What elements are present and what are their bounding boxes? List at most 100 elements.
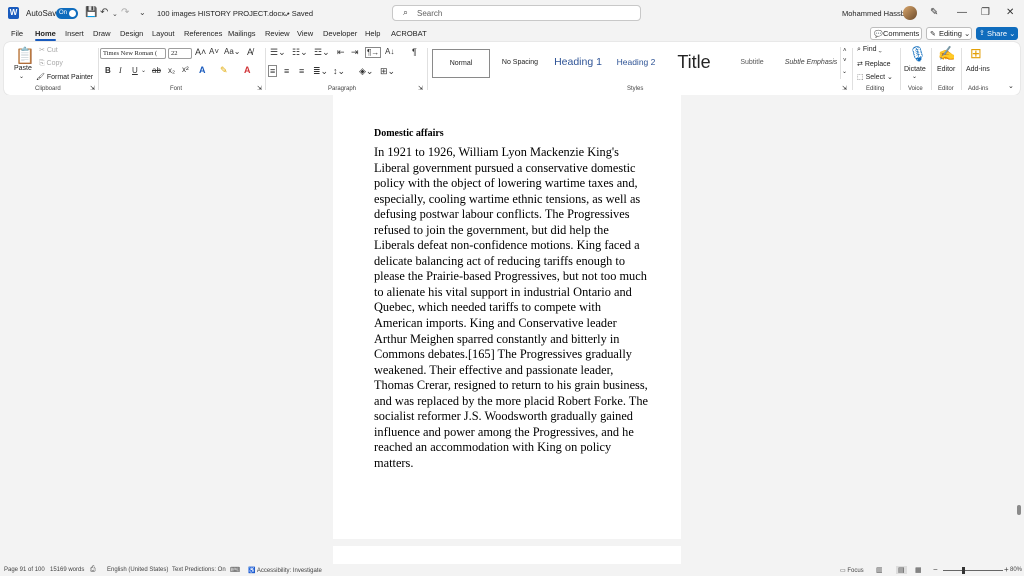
close-icon[interactable]: ✕: [1006, 7, 1014, 19]
select-button[interactable]: ⬚ Select ⌄: [857, 73, 893, 81]
document-title[interactable]: 100 images HISTORY PROJECT.docx • Saved: [157, 9, 313, 18]
save-icon[interactable]: 💾: [85, 7, 97, 19]
zoom-level[interactable]: 80%: [1010, 567, 1022, 573]
find-button[interactable]: ⌕ Find ⌄: [857, 46, 882, 54]
tab-layout[interactable]: Layout: [152, 29, 175, 38]
zoom-in-icon[interactable]: +: [1004, 565, 1009, 574]
styles-scroll[interactable]: ˄ ˅ ⌄: [840, 47, 850, 79]
undo-icon[interactable]: ↶: [100, 7, 108, 19]
comments-button[interactable]: 💬 Comments: [870, 27, 922, 40]
tab-developer[interactable]: Developer: [323, 29, 357, 38]
bold-icon[interactable]: B: [105, 66, 111, 75]
print-layout-icon[interactable]: ▤: [896, 566, 907, 574]
increase-indent-icon[interactable]: ⇥: [351, 47, 359, 58]
share-button[interactable]: ⇪ Share ⌄: [976, 27, 1018, 40]
user-name[interactable]: Mohammed Hassbo: [842, 9, 909, 18]
align-center-icon[interactable]: ≡: [284, 66, 289, 76]
italic-icon[interactable]: I: [119, 66, 122, 75]
language[interactable]: English (United States): [107, 567, 168, 573]
borders-icon[interactable]: ⊞⌄: [380, 66, 395, 77]
customize-toolbar-icon[interactable]: ⌄: [139, 7, 146, 19]
clipboard-launcher-icon[interactable]: ⇲: [90, 85, 95, 92]
redo-icon[interactable]: ↷: [121, 7, 129, 19]
microphone-icon[interactable]: 🎙: [908, 45, 927, 63]
replace-button[interactable]: ⇄ Replace: [857, 60, 891, 68]
tab-insert[interactable]: Insert: [65, 29, 84, 38]
body-paragraph[interactable]: In 1921 to 1926, William Lyon Mackenzie …: [374, 145, 649, 471]
tab-mailings[interactable]: Mailings: [228, 29, 256, 38]
shading-icon[interactable]: ◈⌄: [359, 66, 373, 77]
align-left-icon[interactable]: ≡: [268, 65, 278, 77]
avatar[interactable]: [903, 6, 917, 20]
zoom-slider-handle[interactable]: [962, 567, 965, 574]
focus-button[interactable]: ▭ Focus: [840, 567, 864, 574]
pen-icon[interactable]: ✎: [930, 7, 938, 19]
title-dropdown-icon[interactable]: ⌄: [283, 9, 289, 18]
document-page[interactable]: Domestic affairs In 1921 to 1926, Willia…: [333, 95, 681, 539]
styles-up-icon[interactable]: ˄: [843, 48, 847, 54]
shrink-font-icon[interactable]: A˅: [209, 47, 219, 56]
grow-font-icon[interactable]: A˄: [195, 47, 206, 57]
tab-references[interactable]: References: [184, 29, 222, 38]
underline-dropdown-icon[interactable]: ⌄: [141, 67, 146, 74]
undo-dropdown-icon[interactable]: ⌄: [112, 9, 118, 21]
tab-draw[interactable]: Draw: [93, 29, 111, 38]
zoom-slider[interactable]: [943, 570, 1003, 571]
editor-icon[interactable]: ✍: [938, 45, 955, 62]
sort-icon[interactable]: A↓: [385, 47, 394, 56]
change-case-icon[interactable]: Aa⌄: [224, 47, 241, 56]
font-name-input[interactable]: Times New Roman (: [100, 48, 166, 59]
styles-launcher-icon[interactable]: ⇲: [842, 85, 847, 92]
numbering-icon[interactable]: ☷⌄: [292, 47, 308, 58]
editor-button[interactable]: Editor: [937, 66, 955, 73]
show-formatting-icon[interactable]: ¶: [412, 47, 417, 57]
style-heading-1[interactable]: Heading 1: [550, 49, 606, 78]
style-no-spacing[interactable]: No Spacing: [492, 49, 548, 78]
bullets-icon[interactable]: ☰⌄: [270, 47, 286, 58]
restore-icon[interactable]: ❐: [981, 7, 990, 19]
paste-dropdown-icon[interactable]: ⌄: [19, 73, 24, 80]
ltr-text-icon[interactable]: ¶→: [365, 47, 382, 58]
text-effects-icon[interactable]: A: [199, 65, 206, 75]
style-subtitle[interactable]: Subtitle: [724, 49, 780, 78]
format-painter-button[interactable]: 🖌 Format Painter: [36, 73, 93, 81]
tab-view[interactable]: View: [297, 29, 313, 38]
zoom-out-icon[interactable]: −: [933, 565, 938, 574]
next-page[interactable]: [333, 546, 681, 566]
strikethrough-icon[interactable]: ab: [152, 66, 161, 75]
multilevel-list-icon[interactable]: ☲⌄: [314, 47, 330, 58]
macro-icon[interactable]: ⌨: [230, 566, 240, 574]
document-canvas[interactable]: Domestic affairs In 1921 to 1926, Willia…: [0, 95, 1024, 566]
justify-icon[interactable]: ≣⌄: [313, 66, 328, 77]
proofing-icon[interactable]: ⎙: [90, 566, 96, 574]
add-ins-icon[interactable]: ⊞: [970, 45, 982, 62]
accessibility-status[interactable]: ♿ Accessibility: Investigate: [248, 567, 322, 574]
tab-help[interactable]: Help: [365, 29, 380, 38]
dictate-button[interactable]: Dictate: [904, 66, 926, 73]
align-right-icon[interactable]: ≡: [299, 66, 304, 76]
vertical-scrollbar[interactable]: [1017, 505, 1021, 515]
styles-down-icon[interactable]: ˅: [843, 58, 847, 64]
copy-button[interactable]: ⎘ Copy: [39, 60, 63, 68]
word-count[interactable]: 15169 words: [50, 567, 84, 573]
web-layout-icon[interactable]: ▦: [915, 566, 922, 574]
search-input[interactable]: ⌕ Search: [392, 5, 641, 21]
page-count[interactable]: Page 91 of 100: [4, 567, 45, 573]
dictate-dropdown-icon[interactable]: ⌄: [912, 73, 917, 80]
tab-file[interactable]: File: [11, 29, 23, 38]
tab-home[interactable]: Home: [35, 29, 56, 38]
paste-icon[interactable]: 📋: [15, 46, 35, 66]
minimize-icon[interactable]: —: [957, 7, 967, 19]
superscript-icon[interactable]: x²: [182, 65, 189, 74]
styles-more-icon[interactable]: ⌄: [842, 68, 847, 75]
add-ins-button[interactable]: Add-ins: [966, 66, 990, 73]
autosave-toggle[interactable]: On: [56, 8, 78, 19]
style-subtle-emphasis[interactable]: Subtle Emphasis: [782, 49, 840, 78]
highlight-icon[interactable]: ✎: [220, 65, 228, 76]
underline-icon[interactable]: U: [132, 66, 138, 75]
paste-button[interactable]: Paste: [14, 65, 32, 72]
paragraph-launcher-icon[interactable]: ⇲: [418, 85, 423, 92]
tab-review[interactable]: Review: [265, 29, 290, 38]
tab-design[interactable]: Design: [120, 29, 143, 38]
font-launcher-icon[interactable]: ⇲: [257, 85, 262, 92]
